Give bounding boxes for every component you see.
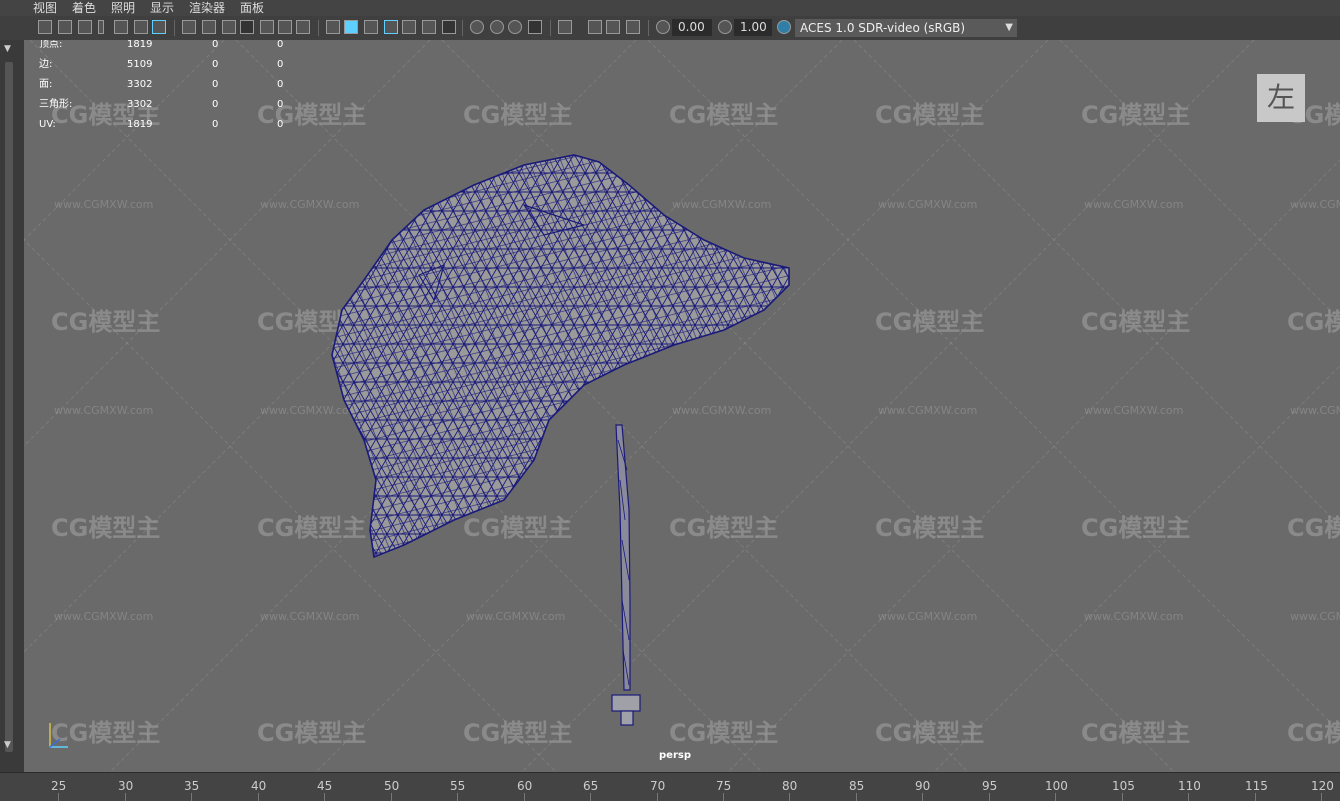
perspective-viewport[interactable]: CG模型主 CG模型主 CG模型主 CG模型主 CG模型主 CG模型主 CG模型…	[24, 40, 1340, 772]
backface-culling-icon[interactable]	[626, 20, 640, 34]
frame-tick: 85	[849, 779, 865, 793]
menu-panels[interactable]: 面板	[240, 0, 264, 16]
camera-lock-icon[interactable]	[78, 20, 92, 34]
camera-icon[interactable]	[38, 20, 52, 34]
image-plane-icon[interactable]	[114, 20, 128, 34]
frame-tick: 60	[517, 779, 533, 793]
vertical-scrollbar[interactable]	[5, 62, 13, 752]
camera-label: persp	[659, 750, 691, 761]
frame-tick: 55	[450, 779, 466, 793]
xray-joints-icon[interactable]	[606, 20, 620, 34]
menu-renderer[interactable]: 渲染器	[189, 0, 225, 16]
gamma-field[interactable]: 1.00	[734, 19, 772, 36]
view-cube[interactable]: 左	[1257, 74, 1305, 122]
gate-mask-icon[interactable]	[240, 20, 254, 34]
frame-tick: 35	[184, 779, 200, 793]
frame-tick: 40	[251, 779, 267, 793]
color-management-icon[interactable]	[777, 20, 791, 34]
motion-blur-icon[interactable]	[490, 20, 504, 34]
frame-tick: 110	[1178, 779, 1201, 793]
gamma-icon[interactable]	[718, 20, 732, 34]
frame-tick: 105	[1112, 779, 1135, 793]
frame-tick: 50	[384, 779, 400, 793]
frame-tick: 120	[1311, 779, 1334, 793]
frame-tick: 75	[716, 779, 732, 793]
isolate-select-icon[interactable]	[558, 20, 572, 34]
anti-aliasing-icon[interactable]	[508, 20, 522, 34]
frame-tick: 80	[782, 779, 798, 793]
left-scroll-strip: ▼ ▼	[0, 40, 24, 772]
axis-gizmo-icon	[49, 723, 68, 748]
frame-tick: 30	[118, 779, 134, 793]
field-chart-icon[interactable]	[260, 20, 274, 34]
two-d-pan-icon[interactable]	[134, 20, 148, 34]
flat-shade-icon[interactable]	[364, 20, 378, 34]
film-gate-icon[interactable]	[202, 20, 216, 34]
color-space-dropdown[interactable]: ACES 1.0 SDR-video (sRGB) ▼	[795, 19, 1017, 37]
frame-tick: 65	[583, 779, 599, 793]
scroll-up-icon[interactable]: ▼	[4, 44, 11, 54]
chevron-down-icon: ▼	[1005, 22, 1013, 33]
smooth-shade-icon[interactable]	[344, 20, 358, 34]
menu-show[interactable]: 显示	[150, 0, 174, 16]
frame-tick: 25	[51, 779, 67, 793]
viewport-toolbar: 0.00 1.00 ACES 1.0 SDR-video (sRGB) ▼	[0, 16, 1340, 40]
menu-shading[interactable]: 着色	[72, 0, 96, 16]
frame-tick: 100	[1045, 779, 1068, 793]
bucket-hat-mesh[interactable]	[24, 40, 1340, 772]
exposure-icon[interactable]	[656, 20, 670, 34]
frame-tick: 115	[1245, 779, 1268, 793]
depth-of-field-icon[interactable]	[528, 20, 542, 34]
color-space-value: ACES 1.0 SDR-video (sRGB)	[800, 21, 966, 35]
menu-lighting[interactable]: 照明	[111, 0, 135, 16]
frame-tick: 70	[650, 779, 666, 793]
exposure-field[interactable]: 0.00	[672, 19, 712, 36]
time-slider[interactable]: 25 30 35 40 45 50 55 60 65 70 75 80 85 9…	[0, 772, 1340, 801]
grid-icon[interactable]	[182, 20, 196, 34]
safe-title-icon[interactable]	[296, 20, 310, 34]
xray-icon[interactable]	[588, 20, 602, 34]
camera-attributes-icon[interactable]	[58, 20, 72, 34]
menu-view[interactable]: 视图	[33, 0, 57, 16]
bookmark-icon[interactable]	[98, 20, 104, 34]
strap-toggle	[611, 694, 641, 712]
shadows-icon[interactable]	[442, 20, 456, 34]
frame-tick: 95	[982, 779, 998, 793]
frame-tick: 90	[915, 779, 931, 793]
safe-action-icon[interactable]	[278, 20, 292, 34]
grease-pencil-icon[interactable]	[152, 20, 166, 34]
scroll-down-icon[interactable]: ▼	[4, 740, 11, 750]
lights-icon[interactable]	[422, 20, 436, 34]
wireframe-icon[interactable]	[326, 20, 340, 34]
frame-tick: 45	[317, 779, 333, 793]
textured-icon[interactable]	[402, 20, 416, 34]
resolution-gate-icon[interactable]	[222, 20, 236, 34]
ambient-occlusion-icon[interactable]	[470, 20, 484, 34]
viewport-menubar: 视图 着色 照明 显示 渲染器 面板	[0, 0, 1340, 16]
wireframe-on-shaded-icon[interactable]	[384, 20, 398, 34]
